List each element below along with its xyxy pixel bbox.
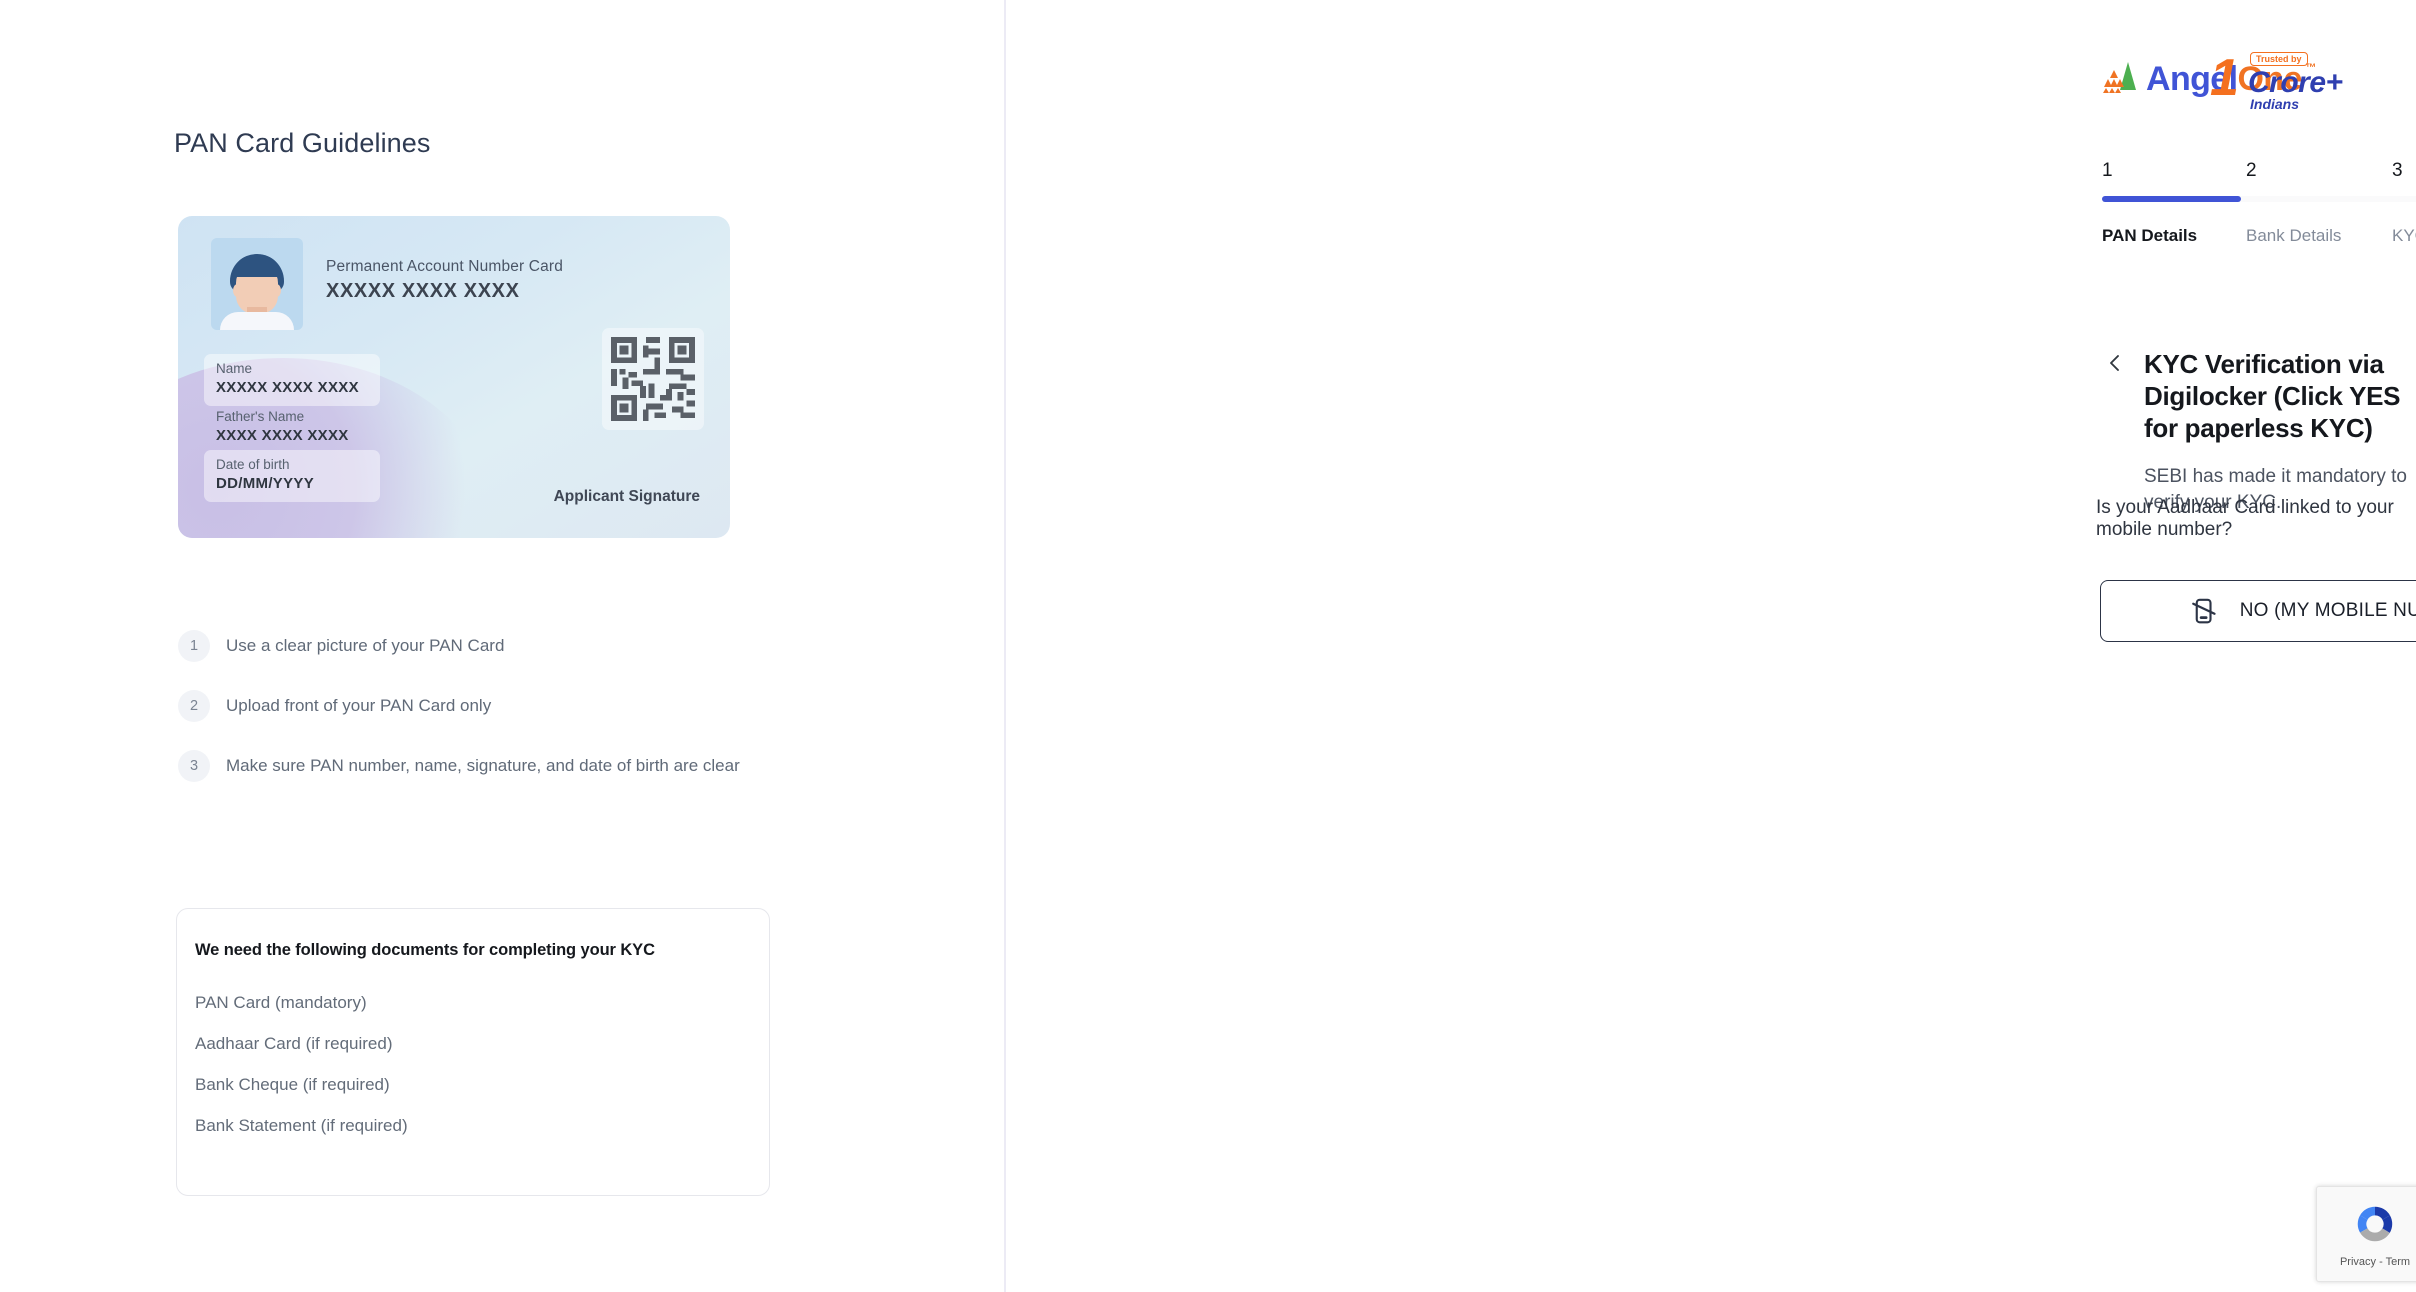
pan-dob-label: Date of birth bbox=[216, 456, 368, 474]
pan-field-father-name: Father's Name XXXX XXXX XXXX bbox=[204, 402, 380, 454]
pan-name-label: Name bbox=[216, 360, 368, 378]
chevron-left-icon[interactable] bbox=[2102, 348, 2128, 378]
guidelines-list: 1 Use a clear picture of your PAN Card 2… bbox=[178, 630, 778, 810]
trust-badge-pill: Trusted by bbox=[2250, 52, 2308, 66]
stepper-progress-fill bbox=[2102, 196, 2241, 202]
step-number-1: 1 bbox=[2102, 160, 2113, 182]
list-item: Aadhaar Card (if required) bbox=[195, 1023, 769, 1064]
pan-father-value: XXXX XXXX XXXX bbox=[216, 426, 368, 446]
pan-field-dob: Date of birth DD/MM/YYYY bbox=[204, 450, 380, 502]
guideline-text: Make sure PAN number, name, signature, a… bbox=[226, 750, 740, 779]
left-guidelines-panel: PAN Card Guidelines Permanent Account Nu… bbox=[0, 0, 1006, 1292]
onboarding-stepper: 1 2 3 4 5 PAN Details Bank Details KYC V… bbox=[2102, 160, 2416, 260]
avatar-portrait-icon bbox=[211, 238, 303, 330]
kyc-form-panel: AngelOne ™ 1 Trusted by Crore+ Indians 1… bbox=[1006, 0, 2416, 1292]
pan-card-header: Permanent Account Number Card bbox=[326, 258, 563, 276]
section-heading-row: KYC Verification via Digilocker (Click Y… bbox=[2102, 348, 2416, 516]
pan-card-number: XXXXX XXXX XXXX bbox=[326, 280, 520, 303]
recaptcha-logo-icon bbox=[2352, 1201, 2398, 1252]
list-item: 3 Make sure PAN number, name, signature,… bbox=[178, 750, 778, 782]
trust-badge-number: 1 bbox=[2210, 52, 2239, 104]
tab-bank-details[interactable]: Bank Details bbox=[2246, 226, 2341, 246]
guideline-text: Use a clear picture of your PAN Card bbox=[226, 630, 504, 659]
step-number-3: 3 bbox=[2392, 160, 2403, 182]
list-item: 1 Use a clear picture of your PAN Card bbox=[178, 630, 778, 662]
no-button-label: NO (MY MOBILE NUMBER IS NOT LINKED) bbox=[2240, 600, 2416, 622]
list-item: 2 Upload front of your PAN Card only bbox=[178, 690, 778, 722]
angelone-triangle-logo-icon bbox=[2102, 60, 2138, 99]
list-item: PAN Card (mandatory) bbox=[195, 982, 769, 1023]
tab-pan-details[interactable]: PAN Details bbox=[2102, 226, 2197, 246]
kyc-onboarding-page: PAN Card Guidelines Permanent Account Nu… bbox=[0, 0, 2416, 1292]
list-item: Bank Statement (if required) bbox=[195, 1105, 769, 1146]
pan-father-label: Father's Name bbox=[216, 408, 368, 426]
guideline-text: Upload front of your PAN Card only bbox=[226, 690, 491, 719]
required-documents-card: We need the following documents for comp… bbox=[176, 908, 770, 1196]
aadhaar-link-question: Is your Aadhaar Card linked to your mobi… bbox=[2096, 497, 2416, 541]
recaptcha-privacy-terms[interactable]: Privacy - Term bbox=[2340, 1256, 2410, 1268]
guideline-number: 2 bbox=[178, 690, 210, 722]
guideline-number: 3 bbox=[178, 750, 210, 782]
guideline-number: 1 bbox=[178, 630, 210, 662]
qr-code-icon bbox=[602, 328, 704, 430]
tab-kyc-verification[interactable]: KYC Verification bbox=[2392, 226, 2416, 246]
applicant-signature-label: Applicant Signature bbox=[554, 488, 700, 506]
answer-options: NO (MY MOBILE NUMBER IS NOT LINKED) YES bbox=[2100, 580, 2416, 642]
pan-name-value: XXXXX XXXX XXXX bbox=[216, 378, 368, 398]
trust-badge-sub: Indians bbox=[2250, 96, 2299, 112]
pan-card-illustration: Permanent Account Number Card XXXXX XXXX… bbox=[178, 216, 730, 538]
pan-field-name: Name XXXXX XXXX XXXX bbox=[204, 354, 380, 406]
trust-badge: 1 Trusted by Crore+ Indians bbox=[2210, 52, 2370, 108]
step-number-2: 2 bbox=[2246, 160, 2257, 182]
page-title: PAN Card Guidelines bbox=[174, 128, 431, 159]
phone-slash-icon bbox=[2188, 596, 2218, 626]
no-mobile-not-linked-button[interactable]: NO (MY MOBILE NUMBER IS NOT LINKED) bbox=[2100, 580, 2416, 642]
trust-badge-main: Crore+ bbox=[2248, 66, 2343, 100]
documents-card-title: We need the following documents for comp… bbox=[195, 941, 769, 960]
recaptcha-badge[interactable]: Privacy - Term bbox=[2316, 1186, 2416, 1282]
pan-dob-value: DD/MM/YYYY bbox=[216, 474, 368, 494]
section-title: KYC Verification via Digilocker (Click Y… bbox=[2144, 348, 2416, 444]
list-item: Bank Cheque (if required) bbox=[195, 1064, 769, 1105]
stepper-progress-track bbox=[2102, 196, 2416, 202]
